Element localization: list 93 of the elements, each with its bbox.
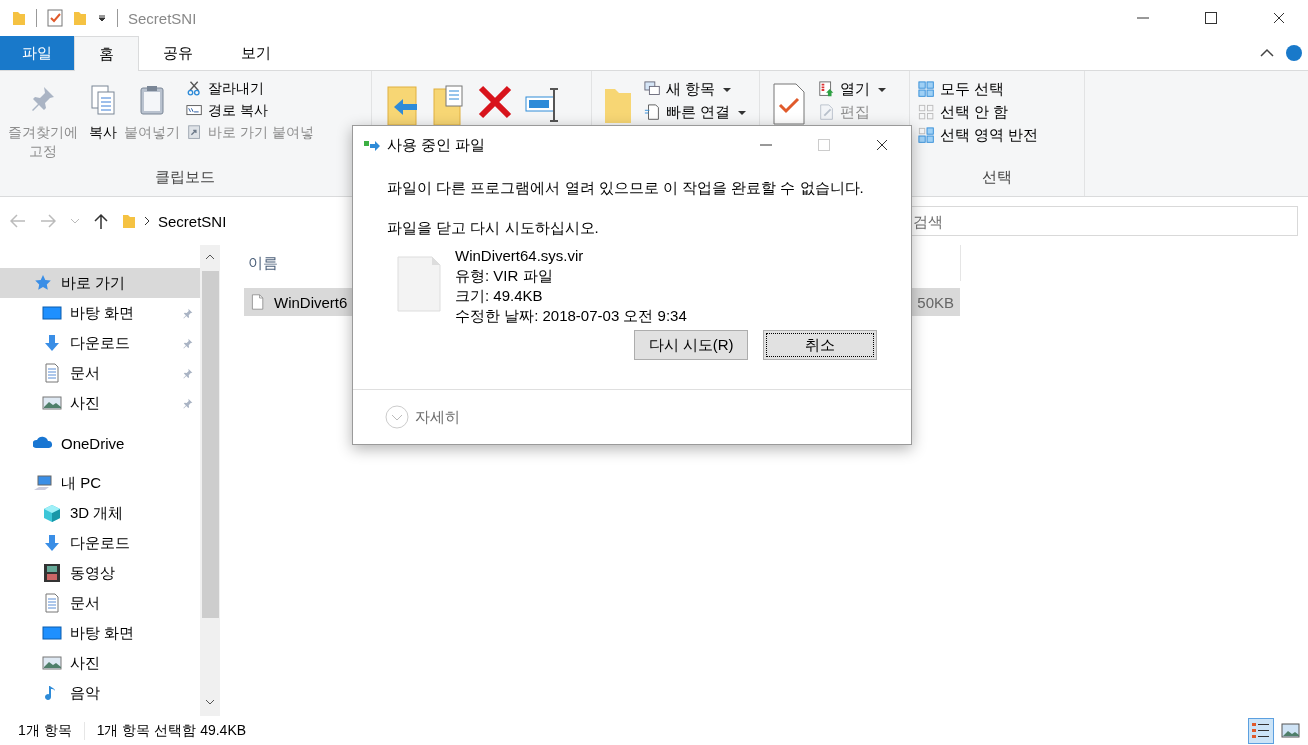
chevron-right-icon[interactable]	[144, 216, 150, 226]
file-icon	[250, 292, 266, 312]
file-name: WinDivert6	[274, 293, 348, 311]
ribbon-command[interactable]: 복사	[86, 79, 120, 168]
minimize-icon	[760, 144, 772, 146]
item-count: 1개 항목	[18, 722, 85, 740]
properties-icon[interactable]	[772, 83, 806, 125]
file-size: 50KB	[917, 293, 954, 311]
ribbon-command[interactable]: 열기	[816, 79, 888, 100]
forward-icon[interactable]	[40, 214, 56, 228]
ribbon-tab[interactable]: 공유	[139, 36, 217, 70]
ribbon-command[interactable]: 새 항목	[642, 79, 749, 100]
dropdown-icon[interactable]	[97, 13, 107, 23]
file-icon	[397, 256, 441, 312]
nav-item[interactable]: 내 PC	[0, 468, 200, 498]
nav-item[interactable]: 바탕 화면	[0, 618, 200, 648]
back-icon[interactable]	[10, 214, 26, 228]
thumbnails-icon	[1281, 721, 1301, 741]
nav-item[interactable]: OneDrive	[0, 428, 200, 458]
dialog-button[interactable]: 취소	[763, 330, 877, 360]
ribbon-command[interactable]: 선택 영역 반전	[916, 125, 1041, 146]
up-icon[interactable]	[94, 213, 108, 229]
open-icon	[818, 80, 836, 99]
group-label: 클립보드	[153, 168, 216, 187]
ribbon-command[interactable]: 빠른 연결	[642, 102, 749, 123]
maximize-icon	[1205, 12, 1217, 24]
dialog-instruction: 파일을 닫고 다시 시도하십시오.	[387, 218, 600, 238]
nav-item[interactable]: 문서	[0, 588, 200, 618]
chevron-down-icon	[385, 405, 409, 429]
select-none-icon	[918, 103, 936, 122]
invert-icon	[918, 126, 936, 145]
file-type: 유형: VIR 파일	[455, 266, 554, 286]
close-icon	[876, 139, 888, 151]
desktop-icon	[42, 303, 62, 323]
nav-item[interactable]: 사진	[0, 388, 200, 418]
nav-item[interactable]: 문서	[0, 358, 200, 388]
window-title: SecretSNI	[128, 9, 197, 27]
scrollbar[interactable]	[200, 245, 220, 716]
selection-info: 1개 항목 선택함 49.4KB	[96, 722, 247, 740]
scroll-thumb[interactable]	[201, 271, 219, 618]
ribbon-command[interactable]: 경로 복사	[184, 101, 316, 121]
desktop-icon	[42, 623, 62, 643]
picture-icon	[42, 653, 62, 673]
nav-item[interactable]: 바로 가기	[0, 268, 200, 298]
document-icon	[42, 593, 62, 613]
breadcrumb[interactable]: SecretSNI	[158, 212, 227, 230]
dialog-message: 파일이 다른 프로그램에서 열려 있으므로 이 작업을 완료할 수 없습니다.	[387, 178, 865, 198]
chevron-down-icon[interactable]	[70, 218, 80, 224]
nav-item[interactable]: 동영상	[0, 558, 200, 588]
nav-item[interactable]: 사진	[0, 648, 200, 678]
file-modified: 수정한 날짜: 2018-07-03 오전 9:34	[455, 306, 687, 326]
delete-icon[interactable]	[478, 85, 512, 119]
properties-icon[interactable]	[47, 9, 63, 27]
group-label: 선택	[981, 168, 1013, 187]
download-icon	[42, 333, 62, 353]
ribbon-tab[interactable]: 파일	[0, 36, 74, 70]
file-move-icon	[363, 139, 381, 151]
ribbon-command[interactable]: 선택 안 함	[916, 102, 1041, 123]
download-icon	[42, 533, 62, 553]
close-icon	[1273, 12, 1285, 24]
column-header[interactable]: 이름	[248, 253, 278, 273]
details-toggle[interactable]: 자세히	[385, 405, 460, 429]
collapse-ribbon-icon[interactable]	[1260, 48, 1274, 58]
nav-item[interactable]: 음악	[0, 678, 200, 708]
cube-icon	[42, 503, 62, 523]
scroll-up-icon[interactable]	[205, 254, 215, 260]
easy-access-icon	[644, 103, 662, 122]
dialog-button[interactable]: 다시 시도(R)	[634, 330, 748, 360]
document-icon	[42, 363, 62, 383]
details-icon	[1251, 721, 1271, 741]
ribbon-tab[interactable]: 보기	[217, 36, 295, 70]
video-icon	[42, 563, 62, 583]
folder-copy-icon[interactable]	[432, 85, 466, 127]
edit-icon	[818, 103, 836, 122]
scroll-down-icon[interactable]	[205, 699, 215, 705]
nav-item[interactable]: 다운로드	[0, 328, 200, 358]
file-name: WinDivert64.sys.vir	[455, 246, 585, 266]
folder-icon	[122, 213, 136, 229]
picture-icon	[42, 393, 62, 413]
nav-item[interactable]: 다운로드	[0, 528, 200, 558]
dialog-title: 사용 중인 파일	[387, 135, 486, 155]
nav-item[interactable]: 3D 개체	[0, 498, 200, 528]
ribbon-command[interactable]: 잘라내기	[184, 79, 316, 99]
maximize-icon	[818, 139, 830, 151]
minimize-icon	[1137, 17, 1149, 19]
nav-item[interactable]: 바탕 화면	[0, 298, 200, 328]
star-icon	[33, 273, 53, 293]
pc-icon	[33, 473, 53, 493]
ribbon-tab[interactable]: 홈	[74, 36, 139, 71]
file-size: 크기: 49.4KB	[455, 286, 544, 306]
select-all-icon	[918, 80, 936, 99]
ribbon-command[interactable]: 모두 선택	[916, 79, 1041, 100]
view-button[interactable]	[1248, 718, 1274, 744]
